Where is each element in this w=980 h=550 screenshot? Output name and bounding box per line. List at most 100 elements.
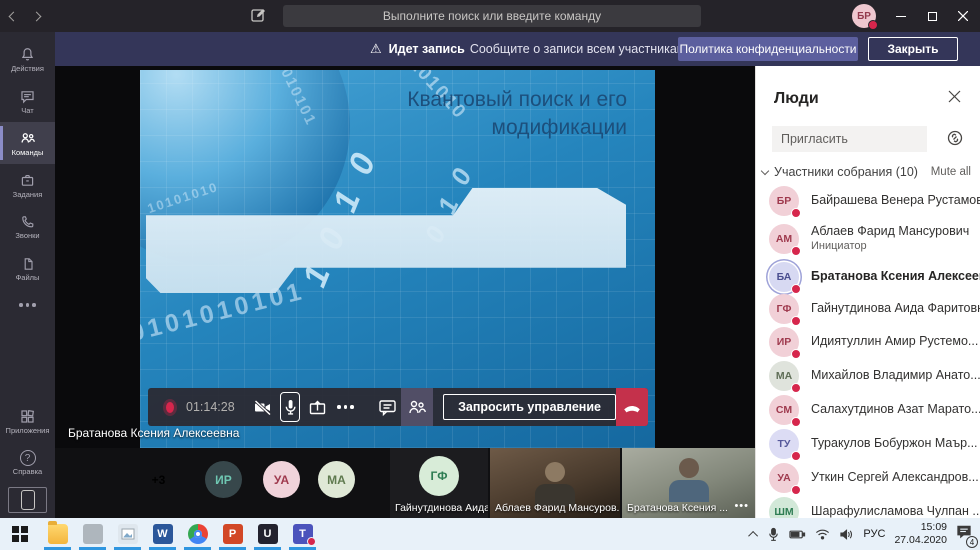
people-toggle-button[interactable] — [401, 388, 433, 426]
privacy-policy-button[interactable]: Политика конфиденциальности — [678, 37, 858, 61]
video-silhouette — [535, 462, 575, 506]
avatar-initials: БР — [857, 11, 871, 22]
mobile-app-button[interactable] — [8, 487, 47, 513]
participant-video-tile[interactable]: Аблаев Фарид Мансуров... — [490, 448, 620, 518]
sidebar-item-activity[interactable]: Действия — [0, 38, 55, 80]
photo-viewer-icon — [118, 524, 138, 544]
system-tray: РУС 15:09 27.04.2020 4 — [751, 521, 980, 547]
participant-avatar: ГФ — [419, 456, 459, 496]
start-button[interactable] — [0, 518, 40, 550]
chat-toggle-button[interactable] — [373, 388, 401, 426]
share-screen-button[interactable] — [304, 388, 332, 426]
hang-up-button[interactable] — [616, 388, 648, 426]
binary-decoration: 1010101 — [273, 70, 320, 129]
sidebar-item-chat[interactable]: Чат — [0, 80, 55, 122]
app-rail: Действия Чат Команды Задания Звонки Файл… — [0, 32, 55, 518]
participant-tile-label: Аблаев Фарид Мансуров... — [495, 502, 620, 514]
participant-filmstrip: +3 ИР УА МА ГФ Гайнутдинова Аида Фари...… — [55, 448, 755, 518]
sidebar-item-files[interactable]: Файлы — [0, 248, 55, 290]
forward-icon[interactable] — [32, 11, 42, 21]
taskbar-file-explorer[interactable] — [40, 518, 75, 550]
notification-dot — [307, 537, 316, 546]
search-input[interactable] — [283, 5, 701, 27]
request-control-button[interactable]: Запросить управление — [443, 394, 616, 420]
participant-row[interactable]: УА Уткин Сергей Александров... — [756, 461, 980, 495]
sidebar-item-help[interactable]: ? Справка — [0, 442, 55, 484]
sidebar-item-apps[interactable]: Приложения — [0, 400, 55, 442]
more-options-button[interactable] — [332, 388, 360, 426]
chat-icon — [19, 88, 36, 105]
participant-row[interactable]: ШМ Шарафулисламова Чулпан ... — [756, 495, 980, 518]
participant-avatar[interactable]: УА — [263, 461, 300, 498]
taskbar-word[interactable]: W — [145, 518, 180, 550]
video-silhouette — [669, 458, 709, 502]
participants-section-header[interactable]: Участники собрания (10) Mute all — [756, 164, 980, 182]
mute-all-button[interactable]: Mute all — [931, 166, 971, 178]
participant-row[interactable]: МА Михайлов Владимир Анато... — [756, 359, 980, 393]
participant-row[interactable]: АМ Аблаев Фарид МансуровичИнициатор — [756, 217, 980, 261]
taskbar-teams[interactable]: T — [285, 518, 320, 550]
windows-logo-icon — [12, 526, 28, 542]
taskbar-clock[interactable]: 15:09 27.04.2020 — [894, 521, 947, 547]
camera-off-button[interactable] — [249, 388, 277, 426]
meeting-timer: 01:14:28 — [186, 400, 235, 414]
powerpoint-icon: P — [223, 524, 243, 544]
sidebar-item-assignments[interactable]: Задания — [0, 164, 55, 206]
action-center-icon[interactable]: 4 — [956, 524, 972, 544]
tray-mic-icon[interactable] — [767, 527, 780, 542]
avatar: ШМ — [769, 497, 799, 518]
participant-row[interactable]: ГФ Гайнутдинова Аида Фаритовна — [756, 293, 980, 325]
participant-row[interactable]: СМ Салахутдинов Азат Марато... — [756, 393, 980, 427]
people-panel-title: Люди — [774, 90, 819, 108]
taskbar-powerpoint[interactable]: P — [215, 518, 250, 550]
participant-role: Инициатор — [811, 240, 969, 254]
presence-busy-dot — [791, 383, 801, 393]
tray-volume-icon[interactable] — [839, 528, 854, 541]
sidebar-more-button[interactable] — [0, 290, 55, 320]
notification-count-badge: 4 — [966, 536, 978, 548]
copy-link-icon[interactable] — [946, 129, 964, 152]
windows-taskbar: W P U T РУС 15:09 27.04.2020 4 — [0, 518, 980, 550]
minimize-button[interactable] — [884, 0, 918, 32]
participant-row[interactable]: БР Байрашева Венера Рустамовна — [756, 185, 980, 217]
participant-tile-label: Братанова Ксения ... — [627, 502, 728, 514]
meeting-control-bar: 01:14:28 Запросить управление — [148, 388, 648, 426]
language-indicator[interactable]: РУС — [863, 528, 885, 540]
chat-bubble-icon — [377, 397, 398, 418]
participant-row[interactable]: ИР Идиятуллин Амир Рустемо... — [756, 325, 980, 359]
banner-close-button[interactable]: Закрыть — [868, 37, 958, 61]
user-avatar[interactable]: БР — [852, 4, 876, 28]
presence-busy-dot — [791, 485, 801, 495]
taskbar-photo-viewer[interactable] — [110, 518, 145, 550]
close-button[interactable] — [946, 0, 980, 32]
participant-avatar[interactable]: МА — [318, 461, 355, 498]
participant-avatar[interactable]: ИР — [205, 461, 242, 498]
tile-more-icon[interactable]: ••• — [734, 500, 749, 512]
mobile-phone-icon — [21, 490, 35, 510]
taskbar-intellij[interactable]: U — [250, 518, 285, 550]
microphone-button[interactable] — [276, 388, 304, 426]
word-icon: W — [153, 524, 173, 544]
more-icon — [19, 303, 36, 307]
participant-row[interactable]: ТУ Туракулов Бобуржон Маър... — [756, 427, 980, 461]
participant-video-tile[interactable]: Братанова Ксения ... ••• — [622, 448, 755, 518]
panel-close-icon[interactable] — [948, 90, 966, 108]
taskbar-notebook-app[interactable] — [75, 518, 110, 550]
tray-wifi-icon[interactable] — [815, 528, 830, 540]
overflow-participants-avatar[interactable]: +3 — [140, 461, 177, 498]
tray-battery-icon[interactable] — [789, 528, 806, 540]
chevron-down-icon — [761, 167, 769, 175]
taskbar-chrome[interactable] — [180, 518, 215, 550]
back-icon[interactable] — [9, 11, 19, 21]
participant-tile[interactable]: ГФ Гайнутдинова Аида Фари... — [390, 448, 488, 518]
tray-expand-icon[interactable] — [749, 530, 759, 540]
sidebar-item-teams[interactable]: Команды — [0, 122, 55, 164]
sidebar-item-calls[interactable]: Звонки — [0, 206, 55, 248]
invite-input[interactable] — [772, 126, 927, 152]
presence-busy-dot — [791, 451, 801, 461]
slide-title: Квантовый поиск и его модификации — [407, 86, 627, 142]
restore-button[interactable] — [915, 0, 949, 32]
notebook-app-icon — [83, 524, 103, 544]
compose-icon[interactable] — [250, 7, 267, 29]
participant-row-selected[interactable]: БА Братанова Ксения Алексеевна — [756, 261, 980, 293]
